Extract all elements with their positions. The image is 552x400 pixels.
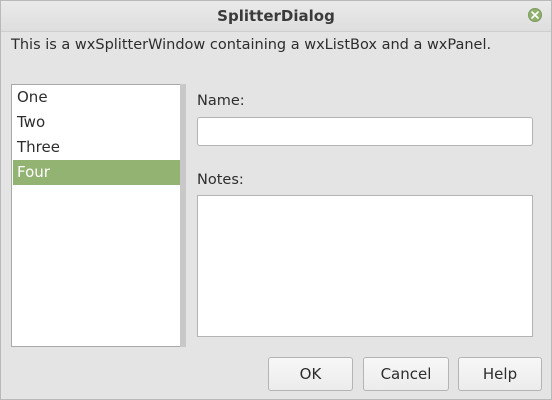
list-item-four[interactable]: Four xyxy=(13,160,181,185)
title-bar[interactable]: SplitterDialog xyxy=(1,1,551,32)
ok-button[interactable]: OK xyxy=(268,357,353,391)
list-item-three[interactable]: Three xyxy=(13,135,181,160)
name-input[interactable] xyxy=(197,117,533,146)
close-icon[interactable] xyxy=(528,8,542,22)
notes-label: Notes: xyxy=(197,172,244,188)
splitter-sash[interactable] xyxy=(180,84,186,347)
cancel-button[interactable]: Cancel xyxy=(363,357,449,391)
list-item-one[interactable]: One xyxy=(13,85,181,110)
list-item-two[interactable]: Two xyxy=(13,110,181,135)
notes-textarea[interactable] xyxy=(197,195,533,337)
window-title: SplitterDialog xyxy=(217,7,335,25)
splitter-dialog-window: SplitterDialog This is a wxSplitterWindo… xyxy=(0,0,552,400)
help-button[interactable]: Help xyxy=(458,357,542,391)
listbox[interactable]: One Two Three Four xyxy=(11,84,182,347)
name-label: Name: xyxy=(197,93,245,109)
description-text: This is a wxSplitterWindow containing a … xyxy=(11,37,492,53)
